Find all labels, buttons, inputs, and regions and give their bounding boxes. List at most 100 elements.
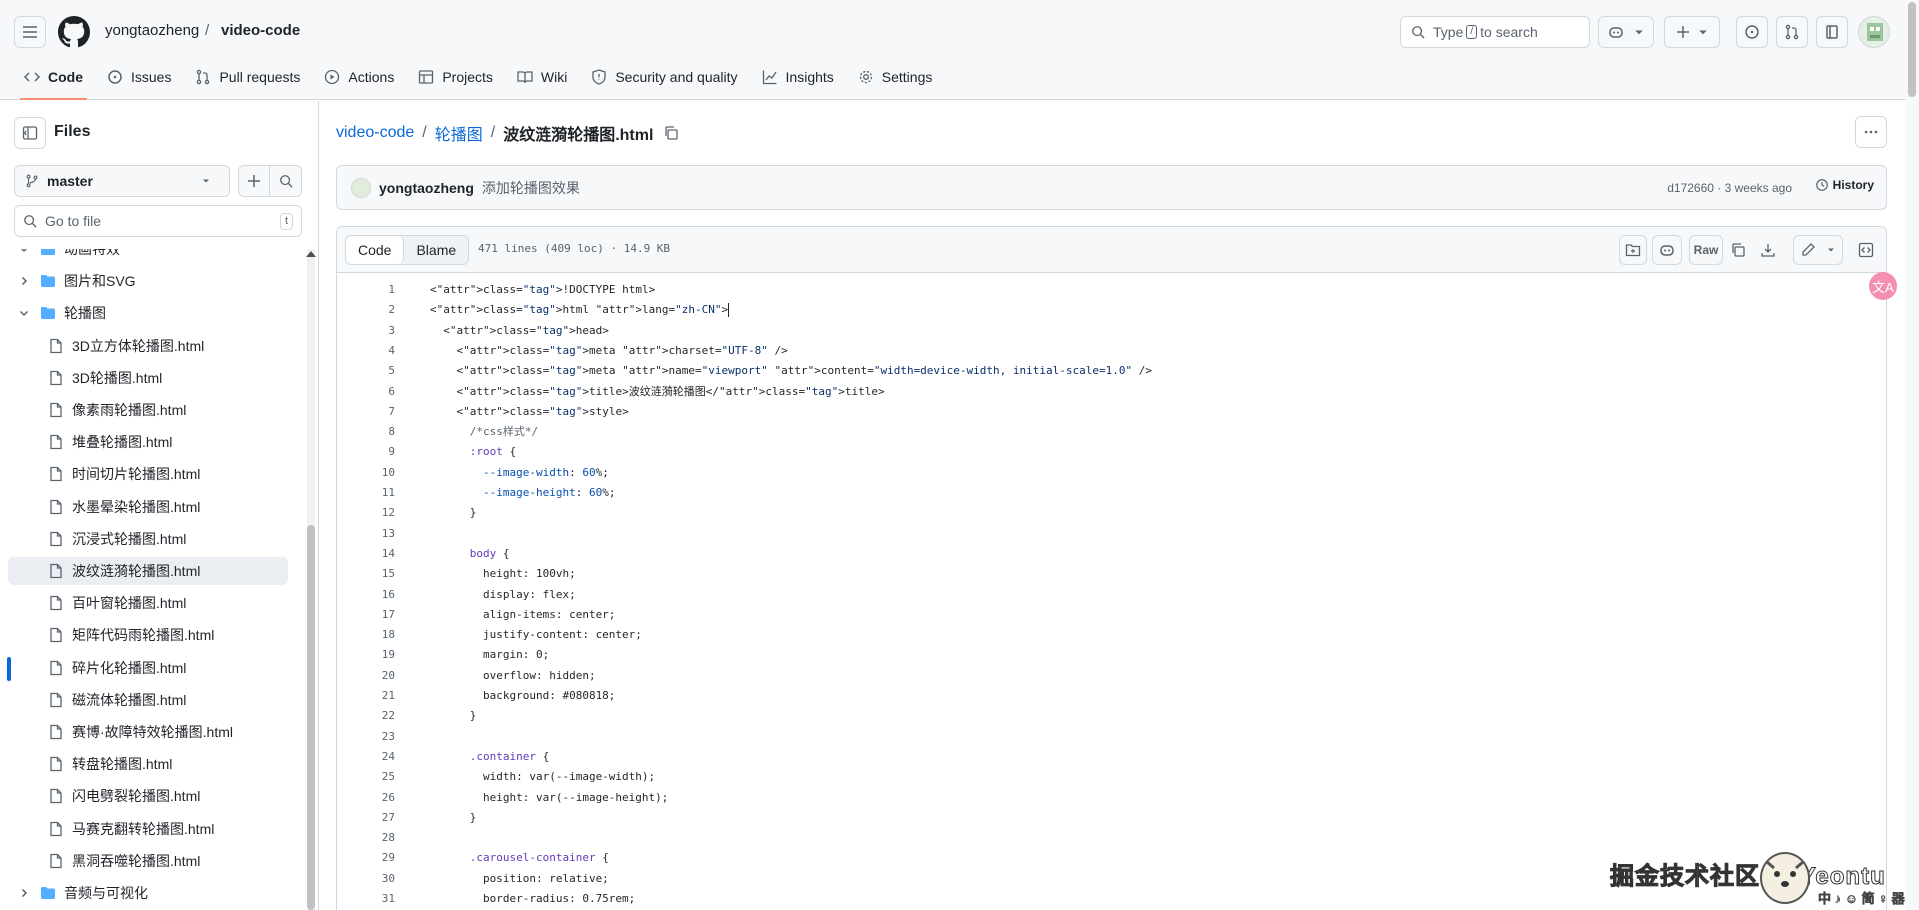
create-new-button[interactable] — [1664, 16, 1720, 48]
tree-file[interactable]: 时间切片轮播图.html — [8, 460, 288, 488]
line-number[interactable]: 23 — [337, 727, 395, 747]
commit-message[interactable]: 添加轮播图效果 — [482, 178, 580, 198]
add-file-button[interactable] — [238, 165, 270, 197]
line-number[interactable]: 29 — [337, 848, 395, 868]
tab-security[interactable]: Security and quality — [579, 60, 749, 94]
tab-pull-requests[interactable]: Pull requests — [183, 60, 312, 94]
line-number[interactable]: 3 — [337, 321, 395, 341]
tree-file[interactable]: 3D轮播图.html — [8, 364, 288, 392]
line-number[interactable]: 17 — [337, 605, 395, 625]
line-number[interactable]: 18 — [337, 625, 395, 645]
line-number[interactable]: 7 — [337, 402, 395, 422]
line-number[interactable]: 15 — [337, 564, 395, 584]
tree-folder[interactable]: 动画特效 — [8, 249, 288, 263]
tree-file[interactable]: 闪电劈裂轮播图.html — [8, 782, 288, 810]
tree-file[interactable]: 黑洞吞噬轮播图.html — [8, 847, 288, 875]
tab-blame-view[interactable]: Blame — [404, 236, 468, 264]
tree-file[interactable]: 沉浸式轮播图.html — [8, 525, 288, 553]
repo-owner-link[interactable]: yongtaozheng — [105, 22, 199, 39]
line-number[interactable]: 14 — [337, 544, 395, 564]
line-number[interactable]: 28 — [337, 828, 395, 848]
tree-file[interactable]: 堆叠轮播图.html — [8, 428, 288, 456]
tree-folder[interactable]: 图片和SVG — [8, 267, 288, 295]
tab-wiki[interactable]: Wiki — [505, 60, 579, 94]
line-number[interactable]: 5 — [337, 361, 395, 381]
tab-insights[interactable]: Insights — [750, 60, 846, 94]
inbox-button[interactable] — [1816, 16, 1848, 48]
tab-issues[interactable]: Issues — [95, 60, 183, 94]
pull-requests-button[interactable] — [1776, 16, 1808, 48]
download-button[interactable] — [1753, 235, 1783, 265]
line-number[interactable]: 11 — [337, 483, 395, 503]
tree-file[interactable]: 磁流体轮播图.html — [8, 686, 288, 714]
copilot-button[interactable] — [1598, 16, 1654, 48]
line-number[interactable]: 20 — [337, 666, 395, 686]
line-number[interactable]: 1 — [337, 280, 395, 300]
commit-author[interactable]: yongtaozheng — [379, 180, 474, 196]
tab-settings[interactable]: Settings — [846, 60, 945, 94]
line-number[interactable]: 21 — [337, 686, 395, 706]
tree-file[interactable]: 百叶窗轮播图.html — [8, 589, 288, 617]
tab-actions[interactable]: Actions — [312, 60, 406, 94]
tree-folder[interactable]: 轮播图 — [8, 299, 288, 327]
code-view[interactable]: 1 <"attr">class="tag">!DOCTYPE html> 2 <"at… — [337, 273, 1886, 910]
line-number[interactable]: 8 — [337, 422, 395, 442]
line-number[interactable]: 24 — [337, 747, 395, 767]
breadcrumb-repo-link[interactable]: video-code — [336, 124, 414, 142]
line-number[interactable]: 12 — [337, 503, 395, 523]
line-number[interactable]: 31 — [337, 889, 395, 909]
tree-file[interactable]: 转盘轮播图.html — [8, 750, 288, 778]
branch-selector[interactable]: master — [14, 165, 230, 197]
line-number[interactable]: 27 — [337, 808, 395, 828]
commit-author-avatar[interactable] — [351, 177, 371, 198]
line-number[interactable]: 22 — [337, 706, 395, 726]
line-number[interactable]: 30 — [337, 869, 395, 889]
tree-file[interactable]: 马赛克翻转轮播图.html — [8, 815, 288, 843]
chevron-right-icon[interactable] — [16, 887, 32, 899]
tree-folder[interactable]: 音频与可视化 — [8, 879, 288, 907]
repo-name-link[interactable]: video-code — [221, 22, 300, 39]
issues-button[interactable] — [1736, 16, 1768, 48]
history-button[interactable]: History — [1815, 178, 1874, 192]
open-in-codespace-button[interactable] — [1619, 235, 1647, 265]
tab-code[interactable]: Code — [12, 60, 95, 100]
tree-file[interactable]: 3D立方体轮播图.html — [8, 332, 288, 360]
line-number[interactable]: 6 — [337, 382, 395, 402]
menu-icon[interactable] — [14, 16, 46, 48]
tree-file[interactable]: 像素雨轮播图.html — [8, 396, 288, 424]
scrollbar-thumb[interactable] — [307, 525, 315, 910]
tree-file[interactable]: 矩阵代码雨轮播图.html — [8, 621, 288, 649]
user-avatar[interactable] — [1858, 16, 1890, 48]
breadcrumb-folder-link[interactable]: 轮播图 — [435, 121, 483, 145]
line-number[interactable]: 9 — [337, 442, 395, 462]
chevron-down-icon[interactable] — [16, 307, 32, 319]
more-options-button[interactable] — [1855, 116, 1887, 148]
raw-button[interactable]: Raw — [1689, 235, 1723, 265]
tab-projects[interactable]: Projects — [406, 60, 505, 94]
line-number[interactable]: 13 — [337, 524, 395, 544]
line-number[interactable]: 19 — [337, 645, 395, 665]
chevron-down-icon[interactable] — [16, 249, 32, 255]
tab-code-view[interactable]: Code — [346, 236, 405, 264]
edit-file-button[interactable] — [1793, 235, 1843, 265]
tree-file[interactable]: 碎片化轮播图.html — [8, 654, 288, 682]
collapse-sidebar-button[interactable] — [14, 117, 46, 149]
tree-file[interactable]: 水墨晕染轮播图.html — [8, 493, 288, 521]
line-number[interactable]: 4 — [337, 341, 395, 361]
sidebar-scrollbar[interactable] — [305, 249, 316, 910]
go-to-file-input[interactable]: Go to file t — [14, 205, 302, 237]
tree-file[interactable]: 波纹涟漪轮播图.html — [8, 557, 288, 585]
copy-raw-button[interactable] — [1723, 235, 1753, 265]
translate-button[interactable]: 文A — [1869, 272, 1897, 300]
ask-copilot-button[interactable] — [1652, 235, 1682, 265]
github-logo-icon[interactable] — [58, 16, 90, 48]
page-scrollbar-thumb[interactable] — [1908, 2, 1916, 97]
commit-meta[interactable]: d172660 · 3 weeks ago — [1667, 181, 1792, 195]
tree-file[interactable]: 赛博·故障特效轮播图.html — [8, 718, 288, 746]
page-scrollbar[interactable] — [1905, 0, 1919, 910]
chevron-right-icon[interactable] — [16, 275, 32, 287]
line-number[interactable]: 25 — [337, 767, 395, 787]
line-number[interactable]: 10 — [337, 463, 395, 483]
line-number[interactable]: 2 — [337, 300, 395, 320]
search-files-button[interactable] — [270, 165, 302, 197]
